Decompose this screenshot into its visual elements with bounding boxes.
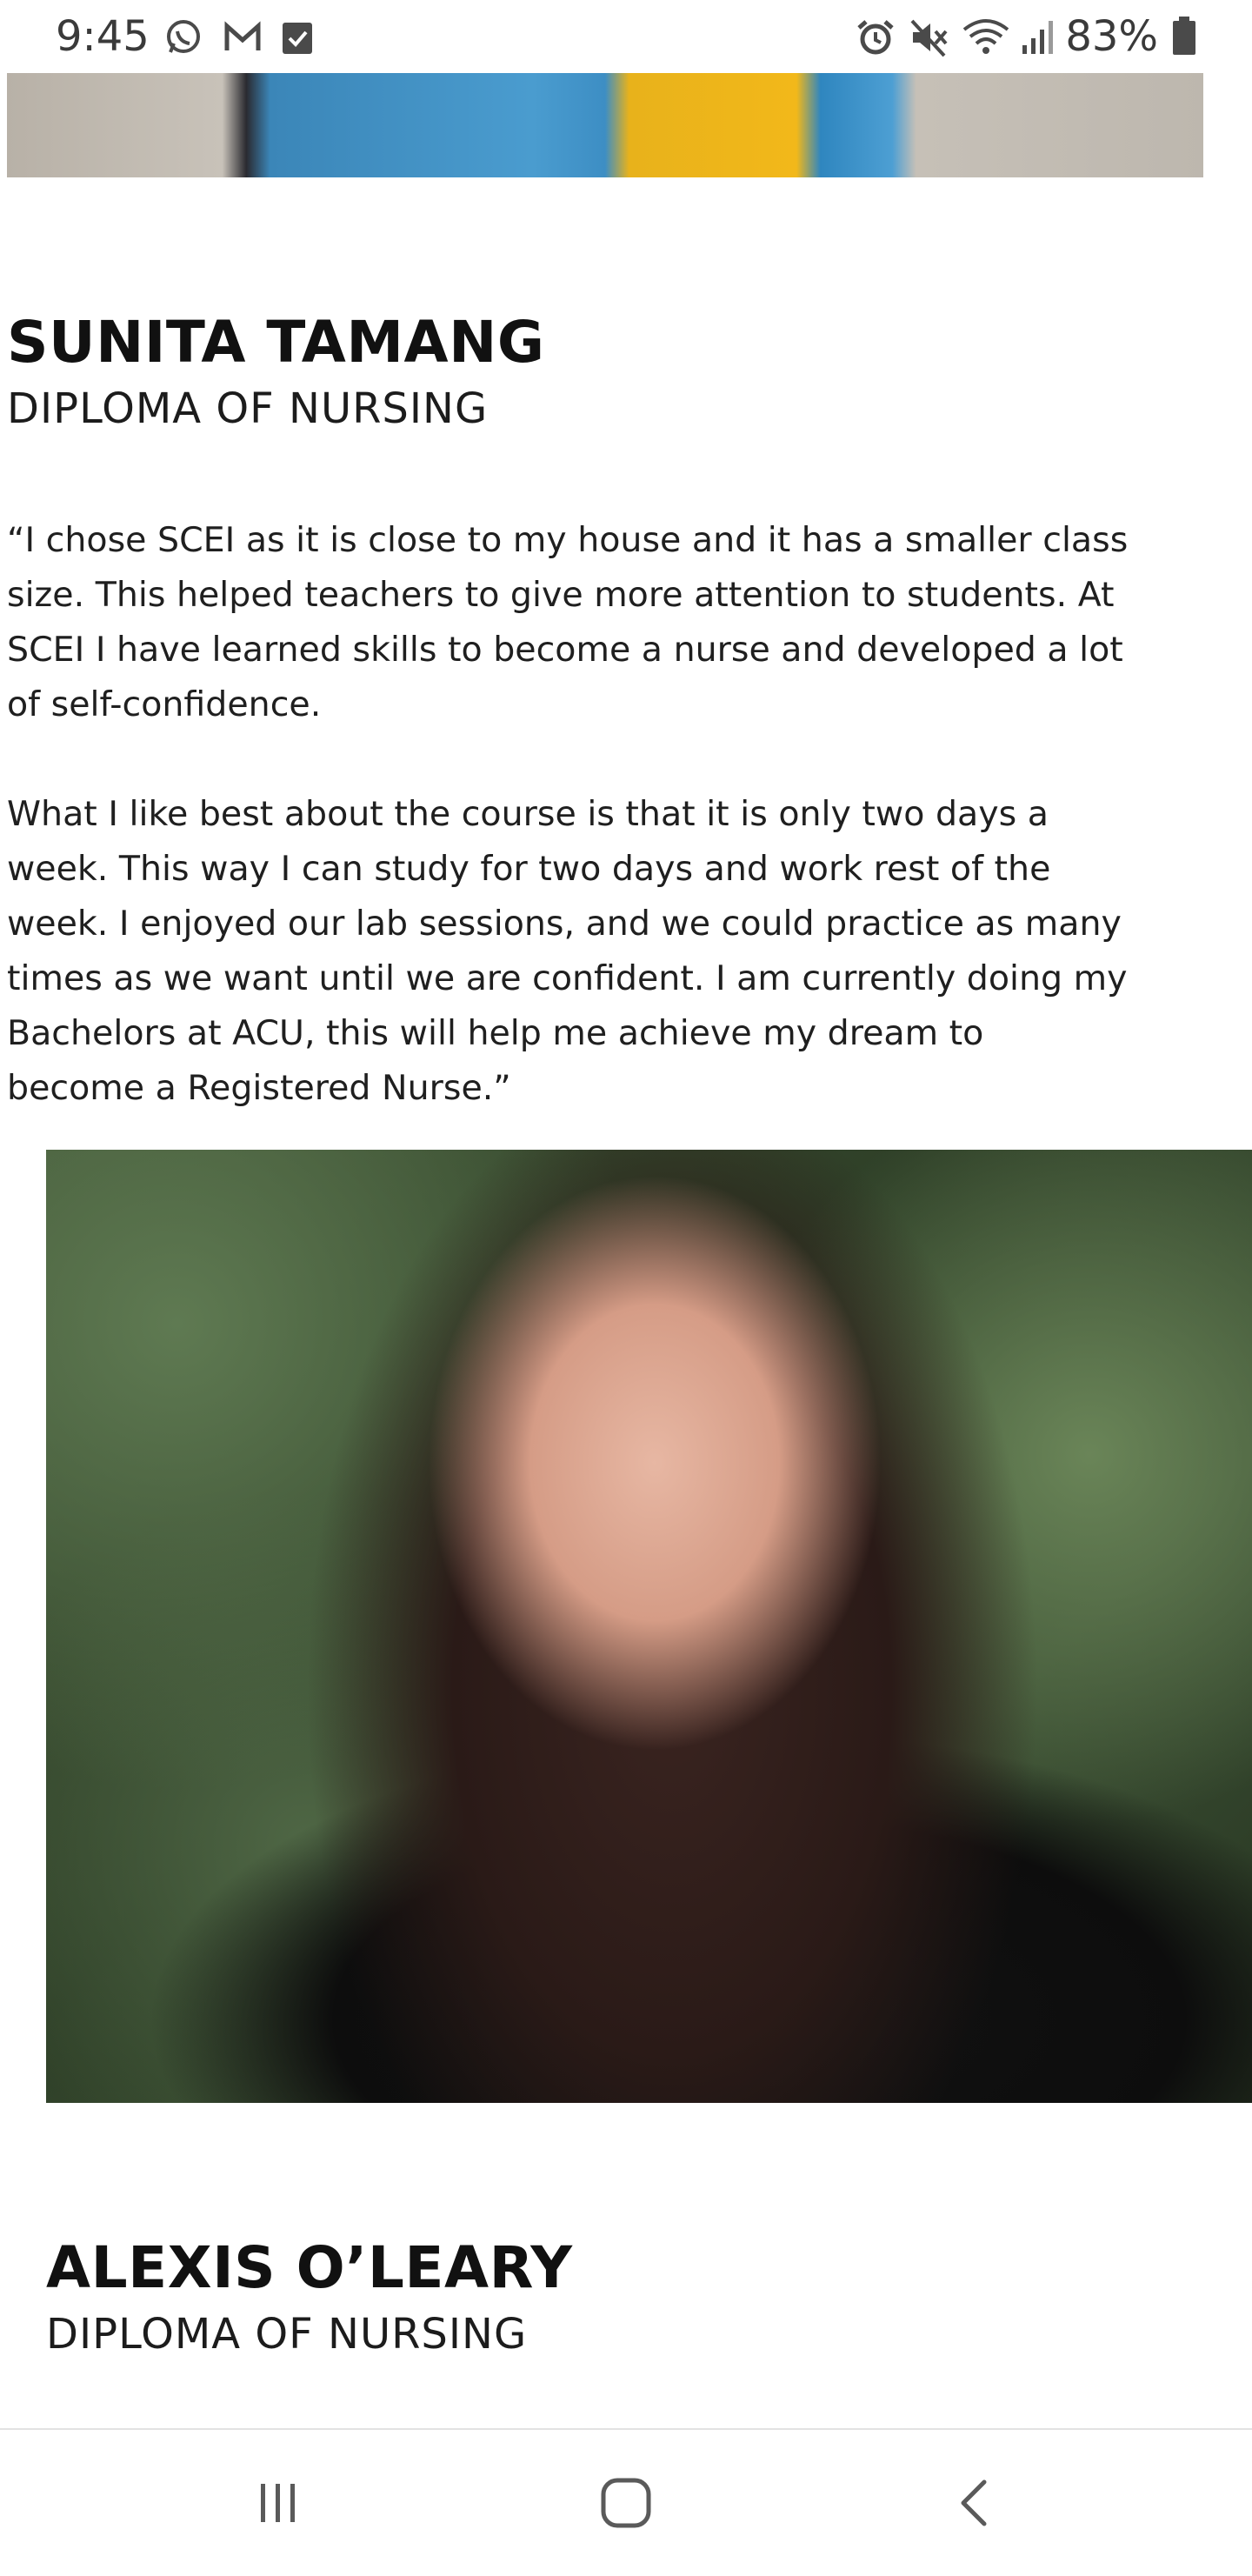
testimonial-photo-top (7, 73, 1203, 177)
whatsapp-icon (163, 17, 203, 62)
testimonial-name: ALEXIS O’LEARY (46, 2234, 573, 2301)
quote-paragraph: “I chose SCEI as it is close to my house… (7, 520, 1129, 724)
status-time: 9:45 (56, 12, 150, 61)
alarm-icon (856, 17, 896, 62)
gmail-icon (223, 17, 263, 62)
wifi-icon (962, 17, 1010, 62)
mute-icon (909, 17, 949, 62)
navigation-bar (0, 2428, 1252, 2576)
quote-paragraph: What I like best about the course is tha… (7, 794, 1128, 1108)
battery-icon (1172, 16, 1196, 60)
back-icon[interactable] (941, 2468, 1010, 2538)
testimonial-quote: “I chose SCEI as it is close to my house… (7, 513, 1129, 1116)
signal-icon (1021, 17, 1056, 60)
status-bar: 9:45 83% (0, 0, 1252, 73)
testimonial-program: DIPLOMA OF NURSING (46, 2310, 528, 2359)
recent-apps-icon[interactable] (243, 2468, 313, 2538)
home-icon[interactable] (591, 2468, 661, 2538)
testimonial-photo (46, 1150, 1252, 2103)
testimonial-name: SUNITA TAMANG (7, 309, 545, 376)
testimonial-program: DIPLOMA OF NURSING (7, 384, 489, 433)
task-check-icon (280, 17, 315, 60)
